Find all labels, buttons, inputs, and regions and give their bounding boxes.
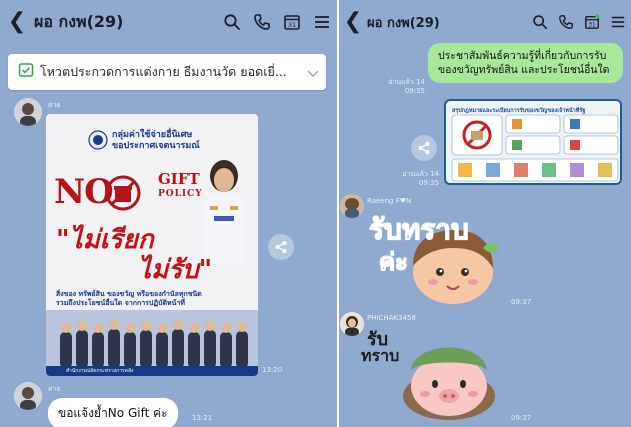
poster-slogan-2: ไม่รับ" [138,255,213,285]
poster-subtitle: สิ่งของ ทรัพย์สิน ของขวัญ หรือของกำนัลทุ… [56,290,251,308]
message-time: 13:21 [192,414,213,422]
poster-org-line2: ขอประกาศเจตนารมณ์ [112,141,200,151]
chevron-left-icon[interactable]: ❮ [0,0,34,44]
phone-icon[interactable] [553,0,579,44]
chat-window-left: ❮ ผอ กงพ(29) 31 โหวตประกวดการแต่งกาย ธีม… [0,0,337,427]
chevron-down-icon[interactable] [300,63,326,82]
poster-sub-line2: รวมถึงประโยชน์อื่นใด จากการปฏิบัติหน้าที… [56,299,185,307]
message-time: 09:35 [404,87,425,95]
chat-header: ❮ ผอ กงพ(29) 31 [339,0,631,44]
own-message-bubble[interactable]: ประชาสัมพันธ์ความรู้ที่เกี่ยวกับการรับขอ… [428,43,623,83]
message-time: 13:20 [262,366,283,374]
chat-title: ผอ กงพ(29) [34,11,124,31]
calendar-number: 31 [288,21,296,29]
message-time: 09:35 [418,179,439,187]
share-icon[interactable] [411,135,437,161]
poster-organization: กลุ่มค่าใช้จ่ายอื่นิเศษ ขอประกาศเจตนารมณ… [112,130,200,152]
sender-name: ต่าย [48,101,61,109]
message-time: 09:37 [511,414,532,422]
pinned-announcement[interactable]: โหวตประกวดการแต่งกาย ธีมงานวัด ยอดเยี่..… [8,54,326,90]
gift-regulation-infographic[interactable]: สรุปกฎหมายและระเบียบการรับของขวัญของเจ้า… [444,99,622,185]
sticker-text-2: ค่ะ [378,247,408,276]
sticker-girl-acknowledge[interactable]: รับทราบ ค่ะ [365,208,515,308]
government-seal-icon [88,130,108,154]
pinned-text: โหวตประกวดการแต่งกาย ธีมงานวัด ยอดเยี่..… [40,64,287,79]
search-icon[interactable] [527,0,553,44]
gift-box-icon [104,174,142,216]
sender-name: ต่าย [48,385,61,393]
calendar-icon[interactable]: 31 [579,0,605,44]
share-icon[interactable] [268,234,294,260]
message-time: 09:37 [511,298,532,306]
chat-title: ผอ กงพ(29) [367,15,440,31]
no-gift-poster-image[interactable]: กลุ่มค่าใช้จ่ายอื่นิเศษ ขอประกาศเจตนารมณ… [46,114,258,376]
calendar-icon[interactable]: 31 [277,0,307,44]
search-icon[interactable] [217,0,247,44]
avatar[interactable] [14,98,42,126]
read-count: อ่านแล้ว 14 [402,170,439,178]
poll-icon [18,62,34,82]
poster-org-line1: กลุ่มค่าใช้จ่ายอื่นิเศษ [112,130,193,140]
avatar[interactable] [14,382,42,410]
sender-name: PHICHAK3458 [367,314,416,322]
chat-header: ❮ ผอ กงพ(29) 31 [0,0,337,44]
sender-name: Raeeng F♥N [367,197,412,205]
poster-footer: สำนักงานปลัดกระทรวงการคลัง [46,366,258,376]
poster-sub-line1: สิ่งของ ทรัพย์สิน ของขวัญ หรือของกำนัลทุ… [56,290,202,298]
message-bubble[interactable]: ขอแจ้งย้ำNo Gift ค่ะ [48,398,178,427]
calendar-number: 31 [588,22,596,28]
menu-icon[interactable] [307,0,337,44]
sticker-text-2: ทราบ [361,346,400,365]
chevron-left-icon[interactable]: ❮ [339,0,367,44]
menu-icon[interactable] [605,0,631,44]
read-receipt: อ่านแล้ว 14 09:35 [379,78,425,96]
read-count: อ่านแล้ว 14 [388,78,425,86]
sticker-pig-acknowledge[interactable]: รับ ทราบ [359,326,509,426]
group-photo [46,310,258,368]
phone-icon[interactable] [247,0,277,44]
avatar[interactable] [340,194,364,218]
read-receipt: อ่านแล้ว 14 09:35 [379,170,439,188]
chat-window-right: ❮ ผอ กงพ(29) 31 ประชาสัมพันธ์ความรู้ที่เ… [339,0,631,427]
